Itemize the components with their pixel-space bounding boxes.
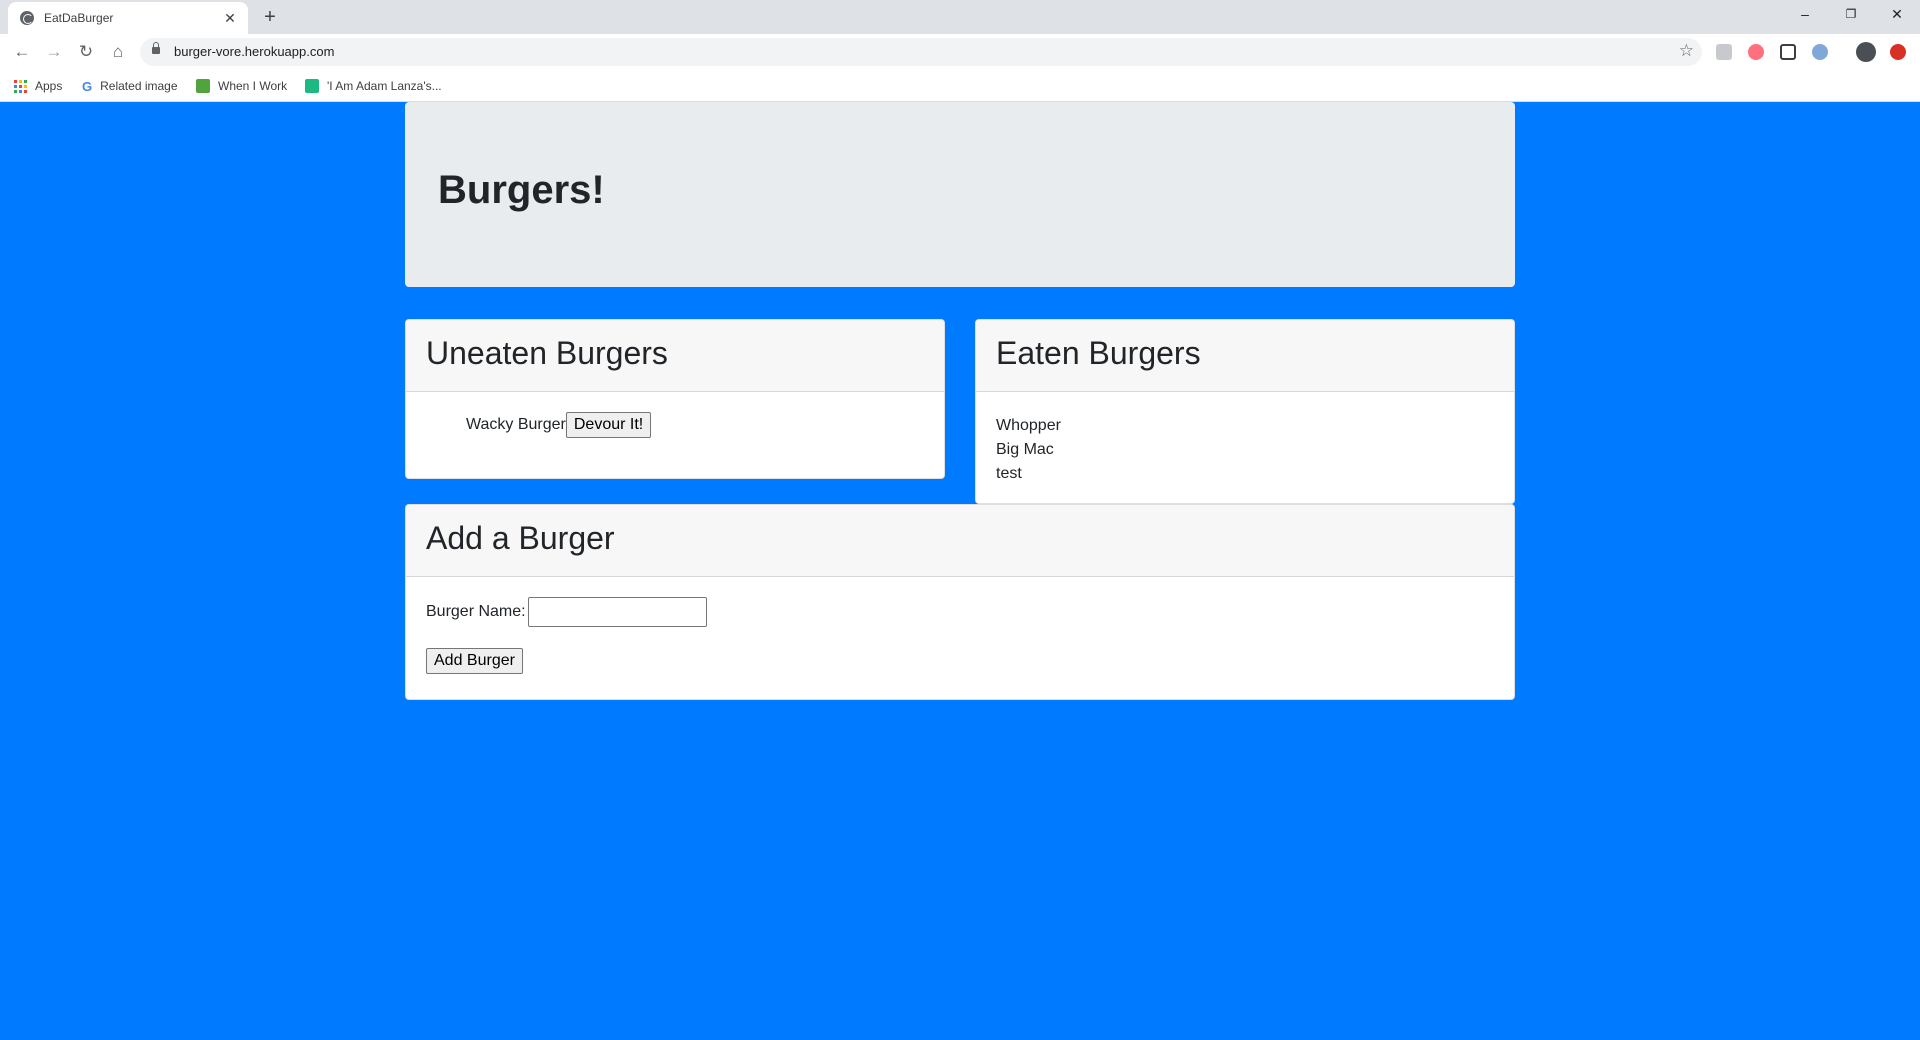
url-text: burger-vore.herokuapp.com — [174, 44, 335, 59]
burger-name: Wacky Burger — [466, 416, 566, 433]
add-burger-card: Add a Burger Burger Name: Add Burger — [405, 504, 1515, 700]
bookmark-adam-lanza[interactable]: 'I Am Adam Lanza's... — [305, 77, 442, 95]
extension-icon[interactable] — [1716, 44, 1732, 60]
bookmark-related-image[interactable]: G Related image — [82, 77, 178, 95]
burger-name-input[interactable] — [528, 597, 707, 627]
bookmarks-bar: Apps G Related image When I Work 'I Am A… — [0, 70, 1920, 102]
page-title: Burgers! — [438, 168, 605, 212]
eaten-title: Eaten Burgers — [996, 335, 1201, 371]
address-bar[interactable]: burger-vore.herokuapp.com ☆ — [140, 38, 1702, 66]
bookmark-label: When I Work — [218, 79, 288, 93]
eaten-burgers-card: Eaten Burgers Whopper Big Mac test — [975, 319, 1515, 504]
globe-icon — [20, 11, 34, 25]
bookmark-label: 'I Am Adam Lanza's... — [327, 79, 442, 93]
screenshot-icon[interactable] — [1780, 44, 1796, 60]
forward-button[interactable]: → — [40, 38, 68, 66]
restore-button[interactable]: ❐ — [1828, 0, 1874, 30]
add-card-header: Add a Burger — [406, 505, 1514, 577]
wheniwork-icon — [196, 79, 210, 93]
update-icon[interactable] — [1890, 44, 1906, 60]
bookmark-label: Apps — [35, 79, 63, 93]
reload-button[interactable]: ↻ — [72, 38, 100, 66]
eaten-card-header: Eaten Burgers — [976, 320, 1514, 392]
close-window-button[interactable]: ✕ — [1874, 0, 1920, 30]
extension-blue-icon[interactable] — [1812, 44, 1828, 60]
lock-icon — [152, 42, 160, 56]
uneaten-card-header: Uneaten Burgers — [406, 320, 944, 392]
browser-chrome: EatDaBurger ✕ + – ❐ ✕ ← → ↻ ⌂ burger-vor… — [0, 0, 1920, 102]
bookmark-green-icon — [305, 79, 319, 93]
home-button[interactable]: ⌂ — [104, 38, 132, 66]
tab-strip: EatDaBurger ✕ + – ❐ ✕ — [0, 0, 1920, 34]
bookmark-star-icon[interactable]: ☆ — [1679, 41, 1694, 61]
google-icon: G — [82, 78, 93, 94]
burger-name-label: Burger Name: — [426, 603, 526, 620]
tab-title: EatDaBurger — [44, 11, 114, 25]
back-button[interactable]: ← — [8, 38, 36, 66]
page-body: Burgers! Uneaten Burgers Wacky Burger De… — [0, 102, 1920, 1040]
devour-button[interactable]: Devour It! — [565, 412, 652, 438]
bookmark-label: Related image — [100, 79, 178, 93]
browser-toolbar: ← → ↻ ⌂ burger-vore.herokuapp.com ☆ — [0, 34, 1920, 70]
bookmark-when-i-work[interactable]: When I Work — [196, 77, 287, 95]
extension-red-icon[interactable] — [1748, 44, 1764, 60]
bookmark-apps[interactable]: Apps — [14, 77, 62, 95]
list-item: Big Mac — [996, 441, 1054, 458]
uneaten-title: Uneaten Burgers — [426, 335, 668, 371]
uneaten-burgers-card: Uneaten Burgers Wacky Burger Devour It! — [405, 319, 945, 479]
list-item: test — [996, 465, 1022, 482]
eaten-list: Whopper Big Mac test — [996, 414, 1061, 486]
list-item: Wacky Burger Devour It! — [466, 412, 652, 438]
add-burger-button[interactable]: Add Burger — [426, 648, 523, 674]
apps-grid-icon — [14, 79, 27, 93]
profile-avatar[interactable] — [1856, 42, 1876, 62]
new-tab-button[interactable]: + — [258, 5, 282, 29]
tab-close-icon[interactable]: ✕ — [220, 8, 240, 28]
tab-eatdaburger[interactable]: EatDaBurger ✕ — [8, 2, 248, 34]
minimize-button[interactable]: – — [1782, 0, 1828, 30]
add-title: Add a Burger — [426, 520, 615, 556]
jumbotron: Burgers! — [405, 102, 1515, 287]
list-item: Whopper — [996, 417, 1061, 434]
